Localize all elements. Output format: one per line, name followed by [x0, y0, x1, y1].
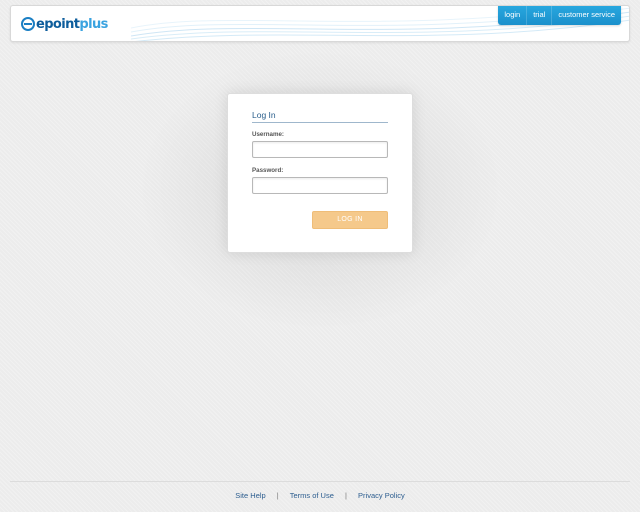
logo-text: epointplus [36, 17, 108, 32]
epointplus-logo[interactable]: epointplus [21, 14, 108, 34]
footer-divider [10, 481, 630, 482]
logo-e-icon [21, 17, 35, 31]
footer-separator: | [344, 491, 347, 500]
username-label: Username: [252, 131, 284, 138]
username-input[interactable] [252, 141, 388, 158]
logo-text-accent: plus [79, 16, 108, 32]
nav-trial-link[interactable]: trial [526, 6, 551, 25]
logo-text-main: epoint [36, 16, 80, 32]
footer-privacy-link[interactable]: Privacy Policy [358, 491, 405, 500]
login-button[interactable]: LOG IN [312, 211, 388, 229]
footer-site-help-link[interactable]: Site Help [235, 491, 265, 500]
footer-separator: | [276, 491, 279, 500]
login-card: Log In Username: Password: LOG IN [227, 93, 413, 253]
site-footer: Site Help | Terms of Use | Privacy Polic… [0, 491, 640, 500]
nav-login-link[interactable]: login [498, 6, 526, 25]
password-input[interactable] [252, 177, 388, 194]
footer-terms-link[interactable]: Terms of Use [290, 491, 334, 500]
top-nav: login trial customer service [498, 6, 621, 25]
nav-customer-service-link[interactable]: customer service [551, 6, 621, 25]
site-header: epointplus login trial customer service [10, 5, 630, 42]
login-title: Log In [252, 110, 388, 123]
password-label: Password: [252, 167, 284, 174]
